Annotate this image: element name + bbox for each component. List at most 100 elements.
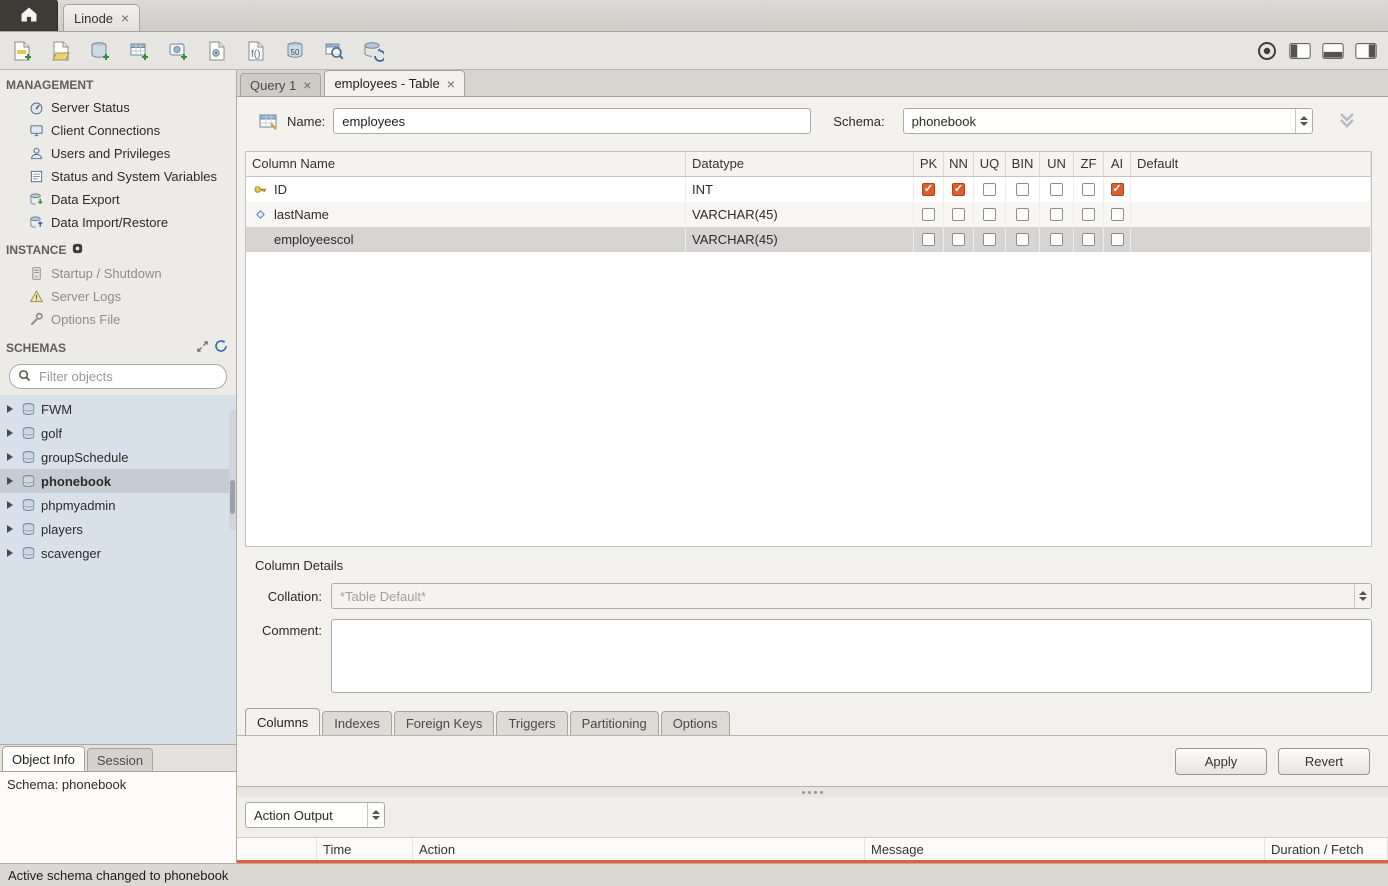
table-row-cell[interactable] xyxy=(1074,202,1104,227)
schema-item-phpmyadmin[interactable]: phpmyadmin xyxy=(0,493,236,517)
stepper-icon[interactable] xyxy=(1295,109,1312,133)
output-col-action[interactable]: Action xyxy=(413,838,865,860)
table-row-cell[interactable] xyxy=(914,202,944,227)
collation-select[interactable]: *Table Default* xyxy=(331,583,1372,609)
table-row-cell[interactable] xyxy=(914,227,944,252)
reconnect-dbms-icon[interactable] xyxy=(361,39,385,63)
pk-checkbox[interactable] xyxy=(922,183,935,196)
sidebar-item-data-export[interactable]: Data Export xyxy=(0,188,236,211)
sidebar-scrollbar[interactable] xyxy=(229,410,236,530)
ai-checkbox[interactable] xyxy=(1111,233,1124,246)
table-row-cell[interactable]: VARCHAR(45) xyxy=(686,227,914,252)
table-row-cell[interactable] xyxy=(1040,227,1074,252)
table-row-cell[interactable] xyxy=(1074,227,1104,252)
nn-checkbox[interactable] xyxy=(952,233,965,246)
expand-header-icon[interactable] xyxy=(1335,109,1359,134)
table-row-cell[interactable] xyxy=(1131,227,1371,252)
new-schema-icon[interactable] xyxy=(88,39,112,63)
chevron-right-icon[interactable] xyxy=(7,549,13,557)
open-sql-file-icon[interactable] xyxy=(49,39,73,63)
tab-object-info[interactable]: Object Info xyxy=(2,746,85,771)
chevron-right-icon[interactable] xyxy=(7,501,13,509)
search-table-data-icon[interactable] xyxy=(322,39,346,63)
table-row-cell[interactable] xyxy=(1074,177,1104,202)
new-query-tab-icon[interactable] xyxy=(10,39,34,63)
toggle-right-panel-icon[interactable] xyxy=(1354,39,1378,63)
table-row-cell[interactable] xyxy=(914,177,944,202)
schema-item-groupschedule[interactable]: groupSchedule xyxy=(0,445,236,469)
col-header-zf[interactable]: ZF xyxy=(1074,152,1104,177)
col-header-nn[interactable]: NN xyxy=(944,152,974,177)
schema-filter-input[interactable] xyxy=(37,368,218,385)
tab-query-1[interactable]: Query 1 × xyxy=(240,73,321,96)
bin-checkbox[interactable] xyxy=(1016,208,1029,221)
col-header-ai[interactable]: AI xyxy=(1104,152,1131,177)
revert-button[interactable]: Revert xyxy=(1278,748,1370,775)
tab-indexes[interactable]: Indexes xyxy=(322,711,392,735)
zf-checkbox[interactable] xyxy=(1082,183,1095,196)
zf-checkbox[interactable] xyxy=(1082,233,1095,246)
chevron-right-icon[interactable] xyxy=(7,525,13,533)
sidebar-item-server-status[interactable]: Server Status xyxy=(0,96,236,119)
col-header-bin[interactable]: BIN xyxy=(1006,152,1040,177)
new-table-icon[interactable] xyxy=(127,39,151,63)
sidebar-item-startup-shutdown[interactable]: Startup / Shutdown xyxy=(0,262,236,285)
table-row-cell[interactable] xyxy=(944,202,974,227)
sidebar-item-options-file[interactable]: Options File xyxy=(0,308,236,331)
nn-checkbox[interactable] xyxy=(952,183,965,196)
table-row-cell[interactable]: employeescol xyxy=(246,227,686,252)
output-col-duration[interactable]: Duration / Fetch xyxy=(1265,838,1388,860)
output-col-status[interactable] xyxy=(237,838,317,860)
uq-checkbox[interactable] xyxy=(983,208,996,221)
tab-partitioning[interactable]: Partitioning xyxy=(570,711,659,735)
table-row-cell[interactable] xyxy=(974,177,1006,202)
table-row-cell[interactable] xyxy=(944,227,974,252)
tab-session[interactable]: Session xyxy=(87,748,153,771)
chevron-right-icon[interactable] xyxy=(7,453,13,461)
tab-employees-table[interactable]: employees - Table × xyxy=(324,70,464,96)
tab-columns[interactable]: Columns xyxy=(245,708,320,735)
expand-schemas-icon[interactable] xyxy=(196,340,209,356)
close-icon[interactable]: × xyxy=(447,77,455,91)
tab-foreign-keys[interactable]: Foreign Keys xyxy=(394,711,495,735)
table-row-cell[interactable] xyxy=(1104,227,1131,252)
table-row-cell[interactable] xyxy=(944,177,974,202)
schema-item-players[interactable]: players xyxy=(0,517,236,541)
notification-icon[interactable] xyxy=(1255,39,1279,63)
sidebar-item-client-connections[interactable]: Client Connections xyxy=(0,119,236,142)
close-icon[interactable]: × xyxy=(121,11,129,25)
comment-textarea[interactable] xyxy=(331,619,1372,693)
col-header-pk[interactable]: PK xyxy=(914,152,944,177)
new-routine-icon[interactable] xyxy=(205,39,229,63)
table-row-cell[interactable] xyxy=(1006,227,1040,252)
apply-button[interactable]: Apply xyxy=(1175,748,1267,775)
ai-checkbox[interactable] xyxy=(1111,183,1124,196)
stepper-icon[interactable] xyxy=(1354,584,1371,608)
table-row-cell[interactable] xyxy=(1006,177,1040,202)
stepper-icon[interactable] xyxy=(367,803,384,827)
chevron-right-icon[interactable] xyxy=(7,429,13,437)
refresh-schemas-icon[interactable] xyxy=(214,339,228,356)
new-function-icon[interactable]: f() xyxy=(244,39,268,63)
sidebar-item-users-privileges[interactable]: Users and Privileges xyxy=(0,142,236,165)
table-row-cell[interactable]: VARCHAR(45) xyxy=(686,202,914,227)
col-header-datatype[interactable]: Datatype xyxy=(686,152,914,177)
schema-item-phonebook[interactable]: phonebook xyxy=(0,469,236,493)
bin-checkbox[interactable] xyxy=(1016,233,1029,246)
connection-tab[interactable]: Linode × xyxy=(63,4,140,31)
col-header-uq[interactable]: UQ xyxy=(974,152,1006,177)
zf-checkbox[interactable] xyxy=(1082,208,1095,221)
chevron-right-icon[interactable] xyxy=(7,405,13,413)
sidebar-item-server-logs[interactable]: Server Logs xyxy=(0,285,236,308)
close-icon[interactable]: × xyxy=(303,78,311,92)
table-row-cell[interactable] xyxy=(1131,202,1371,227)
toggle-bottom-panel-icon[interactable] xyxy=(1321,39,1345,63)
tab-triggers[interactable]: Triggers xyxy=(496,711,567,735)
table-row-cell[interactable] xyxy=(1040,202,1074,227)
table-name-input[interactable] xyxy=(333,108,811,134)
un-checkbox[interactable] xyxy=(1050,208,1063,221)
uq-checkbox[interactable] xyxy=(983,183,996,196)
table-row-cell[interactable] xyxy=(1104,177,1131,202)
output-col-time[interactable]: Time xyxy=(317,838,413,860)
table-row-cell[interactable] xyxy=(974,202,1006,227)
